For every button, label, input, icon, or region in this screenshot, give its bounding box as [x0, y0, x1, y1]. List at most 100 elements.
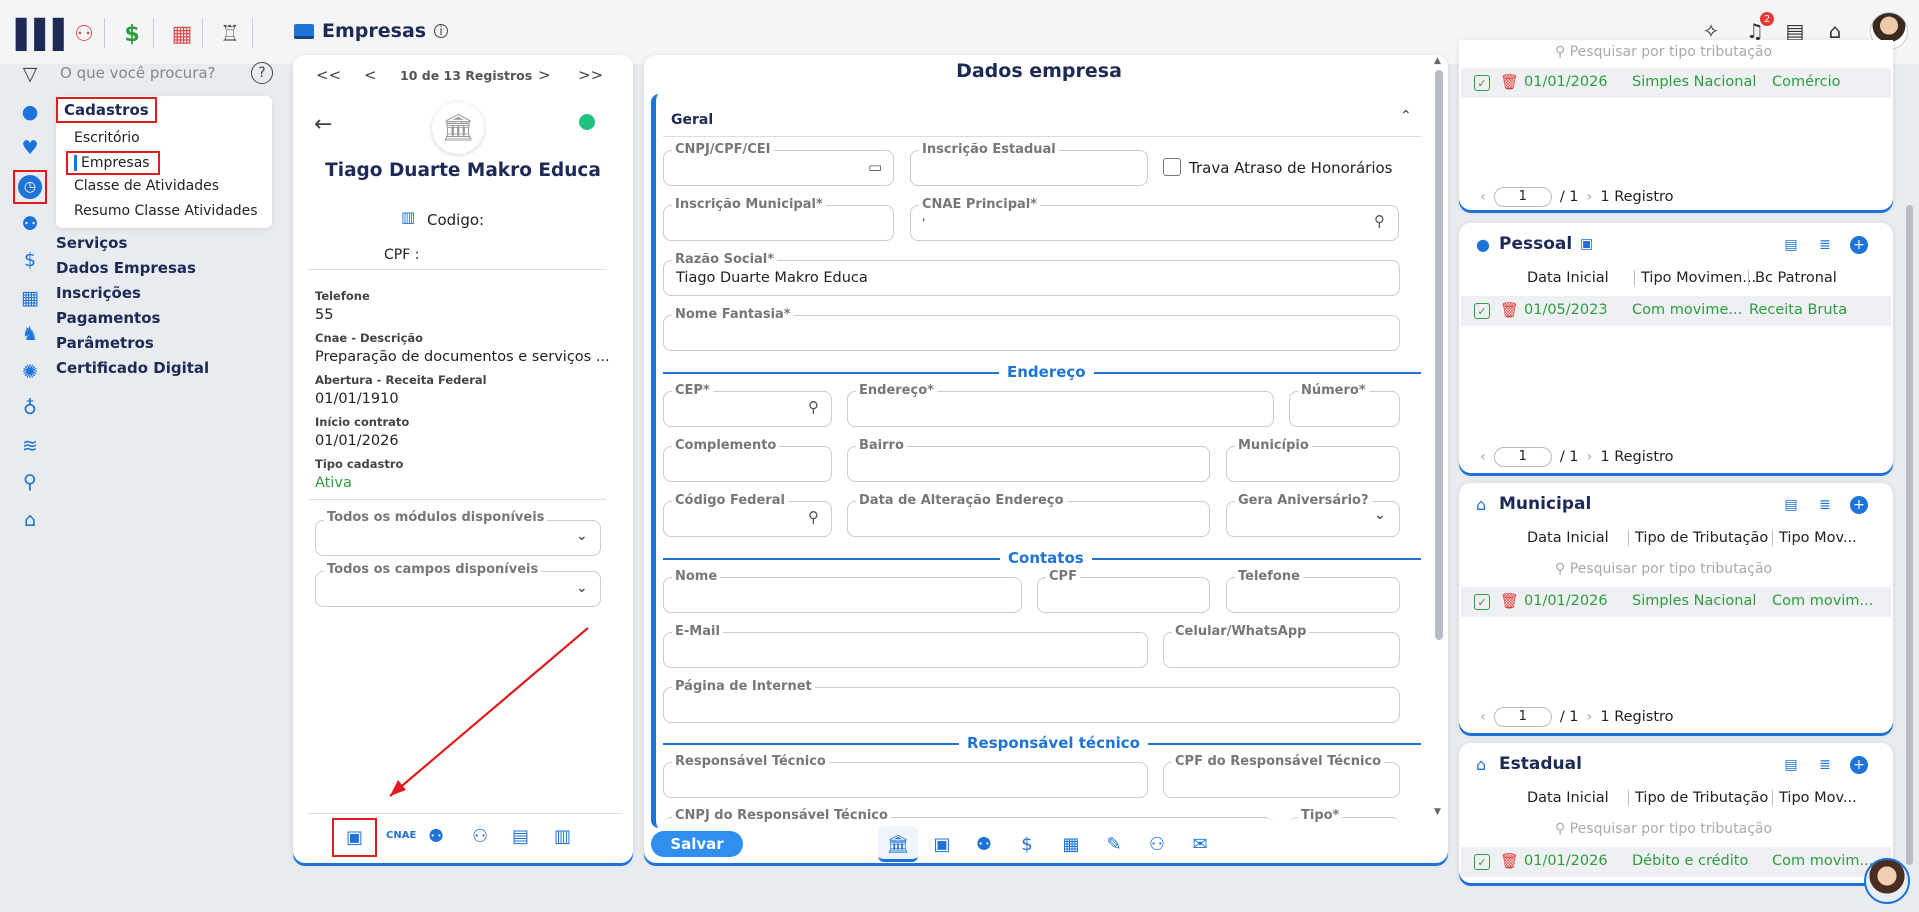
search-input[interactable]: ⚲ Pesquisar por tipo tributação — [1555, 561, 1772, 577]
search-icon[interactable]: ⚲ — [808, 398, 819, 416]
calculator-tab-icon[interactable]: ▦ — [1057, 831, 1085, 857]
trash-icon[interactable]: 🗑 — [1500, 73, 1519, 91]
spreadsheet-module-icon[interactable]: ▦ — [164, 16, 200, 52]
first-record-button[interactable]: << — [316, 66, 341, 84]
pager-next[interactable]: › — [1587, 709, 1593, 725]
next-record-button[interactable]: > — [538, 66, 551, 84]
menu-certificado[interactable]: Certificado Digital — [56, 359, 209, 377]
pager-next[interactable]: › — [1587, 449, 1593, 465]
list-icon[interactable]: ≣ — [1816, 756, 1834, 774]
right-scrollbar[interactable] — [1906, 205, 1913, 865]
chevron-up-icon[interactable]: ⌃ — [1400, 108, 1412, 124]
submenu-escritorio[interactable]: Escritório — [74, 130, 140, 146]
clock-icon[interactable]: ◷ — [13, 170, 47, 204]
pager-prev[interactable]: ‹ — [1480, 189, 1486, 205]
support-chat-avatar[interactable] — [1864, 858, 1910, 904]
app-logo[interactable]: ▌▌▌ — [16, 18, 75, 51]
add-icon[interactable]: + — [1850, 756, 1868, 774]
search-doc-icon[interactable]: ▤ — [1782, 236, 1800, 254]
check-icon[interactable]: ✓ — [1474, 75, 1490, 91]
search-icon[interactable]: ⚲ — [1374, 212, 1385, 230]
sidebar-search-input[interactable]: O que você procura? — [60, 64, 216, 82]
home-icon[interactable]: ⌂ — [16, 506, 44, 534]
submenu-empresas[interactable]: Empresas — [66, 151, 160, 175]
form-scrollbar[interactable] — [1435, 70, 1443, 640]
dollar-circle-icon[interactable]: $ — [16, 246, 44, 274]
chevron-down-icon[interactable]: ⌄ — [1374, 507, 1386, 523]
chevron-down-icon[interactable]: ⌄ — [576, 528, 588, 544]
menu-cadastros[interactable]: Cadastros — [56, 97, 157, 123]
pager-prev[interactable]: ‹ — [1480, 449, 1486, 465]
layers-icon[interactable]: ≋ — [16, 432, 44, 460]
menu-pagamentos[interactable]: Pagamentos — [56, 309, 160, 327]
chevron-down-icon[interactable]: ⌄ — [576, 580, 588, 596]
menu-parametros[interactable]: Parâmetros — [56, 334, 154, 352]
info-icon[interactable]: i — [434, 24, 449, 38]
submenu-classe-atividades[interactable]: Classe de Atividades — [74, 178, 219, 194]
page-input[interactable]: 1 — [1493, 707, 1552, 727]
search-input[interactable]: ⚲ Pesquisar por tipo tributação — [1555, 821, 1772, 837]
col-header: Bc Patronal — [1748, 270, 1837, 286]
handshake-icon[interactable]: ♥ — [16, 134, 44, 162]
bank-tab-icon[interactable]: 🏛 — [884, 831, 912, 857]
people-tab-icon[interactable]: ⚇ — [472, 826, 488, 847]
users-icon[interactable]: ⚉ — [16, 210, 44, 238]
document-tab-icon[interactable]: ▥ — [554, 826, 571, 847]
user-settings-icon[interactable]: ● — [16, 98, 44, 126]
section-geral[interactable]: Geral — [671, 112, 713, 128]
id-card-icon[interactable]: ▭ — [868, 158, 882, 176]
wallet-tab-icon[interactable]: ▣ — [928, 831, 956, 857]
edit-document-tab-icon[interactable]: ✎ — [1100, 831, 1128, 857]
page-input[interactable]: 1 — [1493, 187, 1552, 207]
check-icon[interactable]: ✓ — [1474, 594, 1490, 610]
menu-inscricoes[interactable]: Inscrições — [56, 284, 141, 302]
menu-servicos[interactable]: Serviços — [56, 234, 127, 252]
page-input[interactable]: 1 — [1493, 447, 1552, 467]
person-run-icon[interactable]: ♞ — [16, 320, 44, 348]
celular-label: Celular/WhatsApp — [1172, 624, 1310, 639]
team-tab-icon[interactable]: ⚉ — [428, 826, 444, 847]
add-icon[interactable]: + — [1850, 496, 1868, 514]
trava-checkbox[interactable] — [1163, 158, 1181, 176]
trash-icon[interactable]: 🗑 — [1500, 592, 1519, 610]
search-icon[interactable]: ⚲ — [808, 508, 819, 526]
scroll-down-arrow[interactable]: ▼ — [1434, 807, 1441, 817]
submenu-resumo-classe[interactable]: Resumo Classe Atividades — [74, 203, 258, 219]
trash-icon[interactable]: 🗑 — [1500, 301, 1519, 319]
search-doc-icon[interactable]: ▤ — [1782, 756, 1800, 774]
check-icon[interactable]: ✓ — [1474, 854, 1490, 870]
modules-select[interactable] — [315, 520, 601, 556]
pager-next[interactable]: › — [1587, 189, 1593, 205]
scroll-up-arrow[interactable]: ▲ — [1434, 56, 1441, 66]
save-button[interactable]: Salvar — [651, 831, 743, 857]
add-icon[interactable]: + — [1850, 236, 1868, 254]
menu-dados-empresas[interactable]: Dados Empresas — [56, 259, 196, 277]
search-icon[interactable]: ⚲ — [16, 468, 44, 496]
filter-icon[interactable]: ▽ — [16, 60, 44, 88]
group-tab-icon[interactable]: ⚇ — [1143, 831, 1171, 857]
list-icon[interactable]: ≣ — [1816, 496, 1834, 514]
users-module-icon[interactable]: ⚇ — [66, 16, 102, 52]
cnae-tab-button[interactable]: CNAE — [386, 830, 416, 841]
card-tab-icon[interactable]: ▣ — [332, 818, 377, 857]
dollar-tab-icon[interactable]: $ — [1013, 831, 1041, 857]
search-input[interactable]: ⚲ Pesquisar por tipo tributação — [1555, 44, 1772, 60]
search-doc-icon[interactable]: ▤ — [1782, 496, 1800, 514]
money-bag-icon[interactable]: ♁ — [16, 394, 44, 422]
back-arrow-icon[interactable]: ← — [314, 112, 332, 137]
help-icon[interactable]: ? — [251, 62, 273, 84]
list-icon[interactable]: ≣ — [1816, 236, 1834, 254]
calculator-icon[interactable]: ▦ — [16, 284, 44, 312]
dollar-module-icon[interactable]: $ — [114, 16, 150, 52]
users-tab-icon[interactable]: ⚉ — [970, 831, 998, 857]
chat-tab-icon[interactable]: ✉ — [1186, 831, 1214, 857]
network-icon[interactable]: ✺ — [16, 358, 44, 386]
pager-prev[interactable]: ‹ — [1480, 709, 1486, 725]
check-icon[interactable]: ✓ — [1474, 303, 1490, 319]
prev-record-button[interactable]: < — [364, 66, 377, 84]
trash-icon[interactable]: 🗑 — [1500, 852, 1519, 870]
money-bag-module-icon[interactable]: ♖ — [212, 16, 248, 52]
email-field[interactable] — [663, 632, 1148, 668]
table-tab-icon[interactable]: ▤ — [512, 826, 529, 847]
last-record-button[interactable]: >> — [578, 66, 603, 84]
